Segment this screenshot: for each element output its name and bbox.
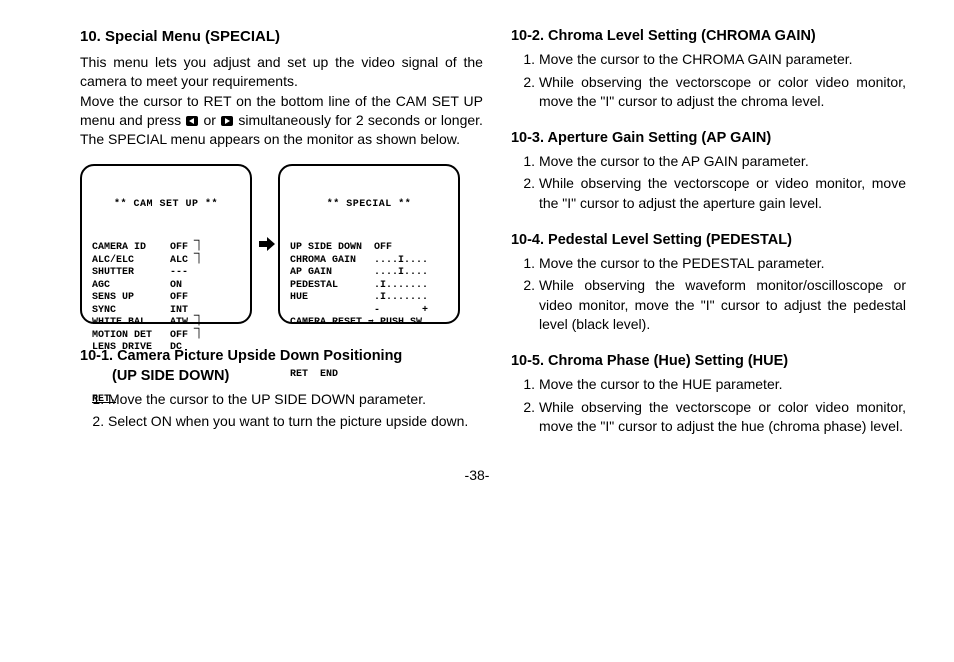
sec-10-3-steps: Move the cursor to the AP GAIN parameter… [511, 152, 906, 214]
list-item: Move the cursor to the AP GAIN parameter… [539, 152, 906, 172]
screens-row: ** CAM SET UP ** CAMERA ID OFF ⏋ ALC/ELC… [80, 164, 483, 324]
intro-p1: This menu lets you adjust and set up the… [80, 54, 483, 89]
screen2-ret: RET END [290, 369, 448, 382]
sec-10-5-steps: Move the cursor to the HUE parameter. Wh… [511, 375, 906, 437]
page-number: -38- [0, 467, 954, 483]
arrow-right-icon [256, 234, 278, 254]
screen2-title: ** SPECIAL ** [290, 199, 448, 212]
section-10-heading: 10. Special Menu (SPECIAL) [80, 28, 483, 45]
list-item: While observing the waveform monitor/osc… [539, 276, 906, 335]
sec-10-2-steps: Move the cursor to the CHROMA GAIN param… [511, 50, 906, 112]
screen2-lines: UP SIDE DOWN OFF CHROMA GAIN ....I.... A… [290, 242, 448, 330]
right-arrow-icon [220, 112, 234, 128]
left-arrow-icon [185, 112, 199, 128]
sec-10-3-heading: 10-3. Aperture Gain Setting (AP GAIN) [511, 130, 906, 146]
screen1-lines: CAMERA ID OFF ⏋ ALC/ELC ALC ⏋ SHUTTER --… [92, 242, 240, 355]
sec-10-5-heading: 10-5. Chroma Phase (Hue) Setting (HUE) [511, 353, 906, 369]
list-item: While observing the vectorscope or color… [539, 398, 906, 437]
sec-10-1-heading-line2: (UP SIDE DOWN) [80, 368, 229, 384]
list-item: Move the cursor to the CHROMA GAIN param… [539, 50, 906, 70]
list-item: While observing the vectorscope or color… [539, 73, 906, 112]
sec-10-4-heading: 10-4. Pedestal Level Setting (PEDESTAL) [511, 232, 906, 248]
intro-p2b: or [199, 112, 220, 128]
sec-10-1-heading-line1: 10-1. Camera Picture Upside Down Positio… [80, 348, 402, 364]
list-item: While observing the vectorscope or video… [539, 174, 906, 213]
list-item: Move the cursor to the PEDESTAL paramete… [539, 254, 906, 274]
list-item: Move the cursor to the HUE parameter. [539, 375, 906, 395]
sec-10-4-steps: Move the cursor to the PEDESTAL paramete… [511, 254, 906, 335]
sec-10-2-heading: 10-2. Chroma Level Setting (CHROMA GAIN) [511, 28, 906, 44]
cam-setup-screen: ** CAM SET UP ** CAMERA ID OFF ⏋ ALC/ELC… [80, 164, 252, 324]
screen1-title: ** CAM SET UP ** [92, 199, 240, 212]
special-screen: ** SPECIAL ** UP SIDE DOWN OFF CHROMA GA… [278, 164, 460, 324]
list-item: Select ON when you want to turn the pict… [108, 412, 483, 432]
